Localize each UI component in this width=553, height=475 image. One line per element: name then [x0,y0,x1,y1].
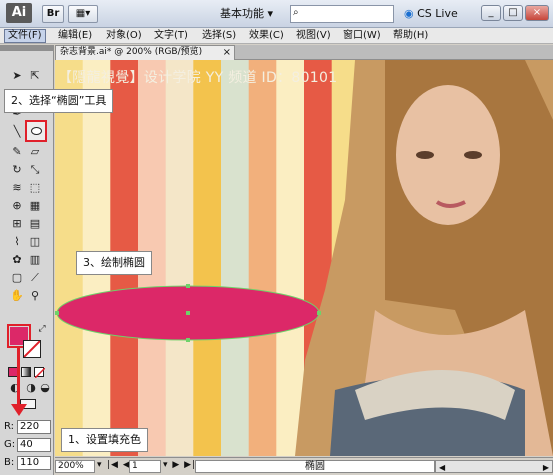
eyedropper-tool-icon[interactable]: ⌇ [10,235,24,249]
arrange-documents-icon[interactable]: ▦▾ [68,5,98,23]
none-mode-icon[interactable] [34,367,45,378]
perspective-grid-tool-icon[interactable]: ▦ [28,199,42,213]
selection-tool-icon[interactable]: ➤ [10,69,24,83]
next-last-artboard-icon[interactable]: ▾ ▶ ▶| [163,460,196,470]
bridge-icon[interactable]: Br [42,5,64,23]
ellipse-glyph [31,127,42,135]
cs-live-button[interactable]: ◉ CS Live ▾ [404,5,460,38]
gradient-tool-icon[interactable]: ▤ [28,217,42,231]
zoom-level-field[interactable]: 200% [55,460,95,473]
help-search-input[interactable]: ⌕ [290,5,394,23]
callout-step3: 3、绘制椭圆 [76,251,152,275]
slice-tool-icon[interactable]: ⟋ [28,271,42,285]
menu-window[interactable]: 窗口(W) [340,29,384,43]
column-graph-tool-icon[interactable]: ▥ [28,253,42,267]
menu-type[interactable]: 文字(T) [151,29,191,43]
menu-effect[interactable]: 效果(C) [246,29,287,43]
ellipse-center-point [186,311,190,315]
scale-tool-icon[interactable]: ⤡ [28,163,42,177]
no-stroke-icon [24,341,40,357]
scroll-left-icon[interactable]: ◀ [439,463,445,472]
close-button[interactable]: × [525,5,549,21]
symbol-sprayer-tool-icon[interactable]: ✿ [10,253,24,267]
menu-file[interactable]: 文件(F) [4,29,46,43]
line-tool-icon[interactable]: ╲ [10,125,24,139]
workspace-switcher[interactable]: 基本功能 ▾ [220,5,278,23]
artboard-number-field[interactable]: 1 [129,460,161,473]
direct-selection-tool-icon[interactable]: ⇱ [28,69,42,83]
callout-step2: 2、选择“椭圆”工具 [4,89,114,113]
shape-builder-tool-icon[interactable]: ⊕ [10,199,24,213]
draw-inside-icon[interactable]: ◒ [38,381,52,395]
current-tool-indicator: 椭圆 [195,460,435,473]
status-bar: 200% ▾ |◀ ◀ 1 ▾ ▶ ▶| 椭圆 ◀ ▶ [55,457,553,475]
rotate-tool-icon[interactable]: ↻ [10,163,24,177]
zoom-tool-icon[interactable]: ⚲ [28,289,42,303]
callout-step1: 1、设置填充色 [61,428,148,452]
illustrator-logo: Ai [6,3,32,23]
close-tab-icon[interactable]: × [223,46,231,59]
menu-object[interactable]: 对象(O) [103,29,145,43]
blend-tool-icon[interactable]: ◫ [28,235,42,249]
panel-grip[interactable] [0,45,54,51]
rgb-color-panel: R: 220 G: 40 B: 110 [0,417,54,475]
ellipse-tool-icon[interactable] [25,120,47,142]
menu-select[interactable]: 选择(S) [199,29,239,43]
gradient-mode-icon[interactable] [21,367,31,377]
watermark-text: 【隱龍視覺】设计学院 YY 频道 ID：80101 [58,70,338,86]
draw-behind-icon[interactable]: ◑ [24,381,38,395]
scroll-right-icon[interactable]: ▶ [543,463,549,472]
r-label: R: [4,421,15,432]
g-value-field[interactable]: 40 [17,438,51,452]
b-value-field[interactable]: 110 [17,456,51,470]
artboard-tool-icon[interactable]: ▢ [10,271,24,285]
stroke-color-swatch[interactable] [23,340,41,358]
b-label: B: [4,457,15,468]
first-prev-artboard-icon[interactable]: |◀ ◀ [107,460,131,470]
g-label: G: [4,439,16,450]
horizontal-scrollbar[interactable]: ◀ ▶ [435,460,553,473]
arrow-shaft [17,348,20,406]
search-icon: ⌕ [293,7,299,18]
hand-tool-icon[interactable]: ✋ [10,289,24,303]
menu-help[interactable]: 帮助(H) [390,29,431,43]
menu-edit[interactable]: 编辑(E) [55,29,95,43]
document-tab[interactable]: 杂志背景.ai* @ 200% (RGB/预览) × [55,45,235,60]
minimize-button[interactable]: _ [481,5,501,21]
maximize-button[interactable]: □ [503,5,523,21]
title-bar: Ai Br ▦▾ 基本功能 ▾ ⌕ ◉ CS Live ▾ _ □ × [0,0,553,38]
zoom-dropdown-icon[interactable]: ▾ [97,460,102,470]
swap-fill-stroke-icon[interactable]: ⤢ [35,322,49,336]
menu-bar: 文件(F) 编辑(E) 对象(O) 文字(T) 选择(S) 效果(C) 视图(V… [0,28,553,44]
free-transform-tool-icon[interactable]: ⬚ [28,181,42,195]
cs-live-icon: ◉ [404,7,414,20]
r-value-field[interactable]: 220 [17,420,51,434]
red-arrow-icon [11,404,27,416]
warp-tool-icon[interactable]: ≋ [10,181,24,195]
eraser-tool-icon[interactable]: ▱ [28,145,42,159]
mesh-tool-icon[interactable]: ⊞ [10,217,24,231]
paintbrush-tool-icon[interactable]: ✎ [10,145,24,159]
menu-view[interactable]: 视图(V) [293,29,334,43]
